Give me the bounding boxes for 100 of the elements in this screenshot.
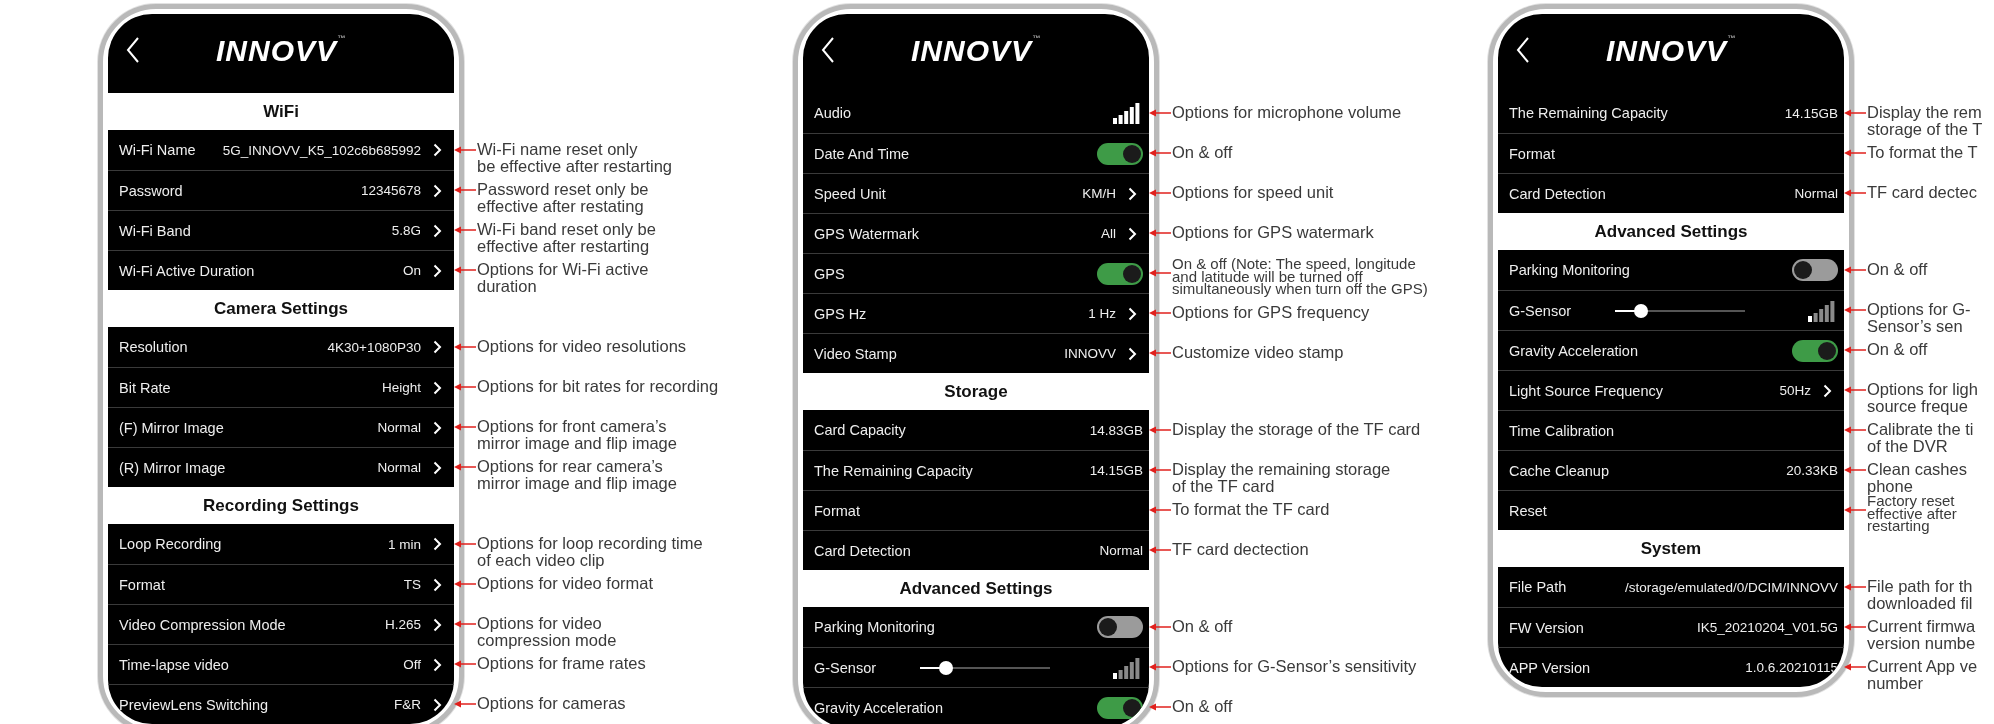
row-label[interactable]: Reset — [1509, 502, 1547, 519]
slider-thumb[interactable] — [1634, 303, 1649, 318]
annotation-text: To format the TF card — [1171, 499, 1330, 518]
annotation-text: Options for rear camera’s mirror image and flip image — [476, 456, 677, 492]
row-label[interactable]: Card Detection — [1509, 185, 1606, 202]
row-label[interactable]: G-Sensor — [1509, 302, 1572, 319]
annotation-text: Options for GPS watermark — [1171, 222, 1374, 241]
pointer-arrow — [1844, 623, 1866, 631]
row-label[interactable]: Parking Monitoring — [814, 619, 935, 635]
chevron-icon — [1823, 383, 1832, 398]
row-label[interactable]: Parking Monitoring — [1509, 262, 1630, 278]
slider-track[interactable] — [1615, 303, 1746, 318]
row-label[interactable]: Audio — [814, 105, 852, 121]
row-label[interactable]: Wi-Fi Name — [119, 142, 196, 158]
annotation-text: Password reset only be effective after restating — [476, 179, 649, 215]
row-label[interactable]: Format — [1509, 145, 1555, 162]
row-label[interactable]: Time-lapse video — [119, 656, 229, 673]
chevron-icon — [433, 460, 442, 475]
pointer-arrow — [1844, 266, 1866, 274]
row-label[interactable]: Video Stamp — [814, 345, 897, 362]
pointer-arrow — [454, 186, 476, 194]
row-label[interactable]: Resolution — [119, 339, 188, 355]
row-label[interactable]: Gravity Acceleration — [814, 699, 943, 716]
row-value: 14.15GB — [1784, 105, 1838, 121]
row-label[interactable]: Time Calibration — [1509, 422, 1615, 439]
row-label[interactable]: Light Source Frequency — [1509, 382, 1663, 399]
pointer-arrow — [1844, 663, 1866, 671]
pointer-arrow — [454, 266, 476, 274]
toggle-switch[interactable] — [1792, 259, 1838, 281]
row-label[interactable]: Password — [119, 182, 183, 199]
pointer-arrow — [1844, 386, 1866, 394]
slider-thumb[interactable] — [939, 660, 954, 675]
pointer-arrow — [1149, 189, 1171, 197]
row-label[interactable]: Video Compression Mode — [119, 616, 286, 633]
back-icon[interactable] — [126, 36, 140, 64]
pointer-arrow — [1844, 149, 1866, 157]
annotation-text: Options for front camera’s mirror image and flip image — [476, 416, 677, 452]
pointer-arrow — [1149, 546, 1171, 554]
slider-track[interactable] — [920, 660, 1051, 675]
row-label[interactable]: Card Capacity — [814, 422, 906, 438]
row-label[interactable]: Speed Unit — [814, 185, 886, 202]
pointer-arrow — [1149, 663, 1171, 671]
toggle-switch[interactable] — [1097, 616, 1143, 638]
row-label[interactable]: (F) Mirror Image — [119, 419, 224, 436]
annotation-text: Current firmwa version numbe — [1866, 616, 1976, 652]
row-label[interactable]: Card Detection — [814, 542, 911, 559]
pointer-arrow — [454, 226, 476, 234]
pointer-arrow — [1844, 426, 1866, 434]
brand-logo: INNOVV™ — [911, 34, 1041, 67]
row-label[interactable]: File Path — [1509, 579, 1567, 595]
annotation-text: Options for video compression mode — [476, 613, 617, 649]
row-label[interactable]: Format — [119, 576, 165, 593]
annotation-text: On & off — [1171, 616, 1233, 635]
pointer-arrow — [1149, 466, 1171, 474]
toggle-switch[interactable] — [1097, 262, 1143, 285]
toggle-switch[interactable] — [1792, 339, 1838, 362]
row-label[interactable]: GPS Hz — [814, 305, 867, 322]
row-label[interactable]: Bit Rate — [119, 379, 171, 396]
chevron-icon — [433, 380, 442, 395]
annotation-text: On & off (Note: The speed, longitude and latitude will be turned off simultaneously when turn off the GPS) — [1171, 254, 1428, 296]
row-label[interactable]: The Remaining Capacity — [814, 462, 973, 479]
pointer-arrow — [454, 423, 476, 431]
row-label[interactable]: Gravity Acceleration — [1509, 342, 1638, 359]
pointer-arrow — [1149, 109, 1171, 117]
pointer-arrow — [454, 540, 476, 548]
row-label[interactable]: APP Version — [1509, 659, 1591, 676]
annotation-text: File path for th downloaded fil — [1866, 576, 1973, 612]
annotation-text: Current App ve number — [1866, 656, 1978, 692]
pointer-arrow — [1149, 703, 1171, 711]
brand-logo: INNOVV™ — [1606, 34, 1736, 67]
row-label[interactable]: Date And Time — [814, 145, 910, 162]
row-value: 14.15GB — [1089, 463, 1143, 478]
row-label[interactable]: G-Sensor — [814, 659, 877, 676]
toggle-switch[interactable] — [1097, 696, 1143, 719]
row-label[interactable]: PreviewLens Switching — [119, 696, 269, 713]
pointer-arrow — [1844, 506, 1866, 514]
row-label[interactable]: GPS — [814, 265, 845, 282]
row-label[interactable]: FW Version — [1509, 619, 1584, 636]
chevron-icon — [433, 143, 442, 157]
row-value: 1 min — [388, 536, 421, 552]
chevron-icon — [1128, 186, 1137, 201]
annotation-text: Options for Wi-Fi active duration — [476, 259, 649, 295]
pointer-arrow — [1149, 149, 1171, 157]
row-label[interactable]: Wi-Fi Band — [119, 222, 191, 239]
row-label[interactable]: Cache Cleanup — [1509, 462, 1609, 479]
row-label[interactable]: The Remaining Capacity — [1509, 105, 1668, 121]
row-label[interactable]: Format — [814, 502, 860, 519]
annotation-text: Display the storage of the TF card — [1171, 419, 1421, 438]
row-label[interactable]: (R) Mirror Image — [119, 459, 226, 476]
back-icon[interactable] — [1516, 36, 1530, 64]
pointer-arrow — [1844, 306, 1866, 314]
annotation-text: Display the remaining storage of the TF card — [1171, 459, 1391, 495]
toggle-switch[interactable] — [1097, 142, 1143, 165]
row-label[interactable]: Wi-Fi Active Duration — [119, 262, 255, 279]
row-value: TS — [403, 577, 421, 592]
row-label[interactable]: Loop Recording — [119, 536, 222, 552]
row-value: H.265 — [384, 617, 421, 632]
row-label[interactable]: GPS Watermark — [814, 225, 919, 242]
back-icon[interactable] — [821, 36, 835, 64]
annotation-text: TF card dectection — [1171, 539, 1309, 558]
